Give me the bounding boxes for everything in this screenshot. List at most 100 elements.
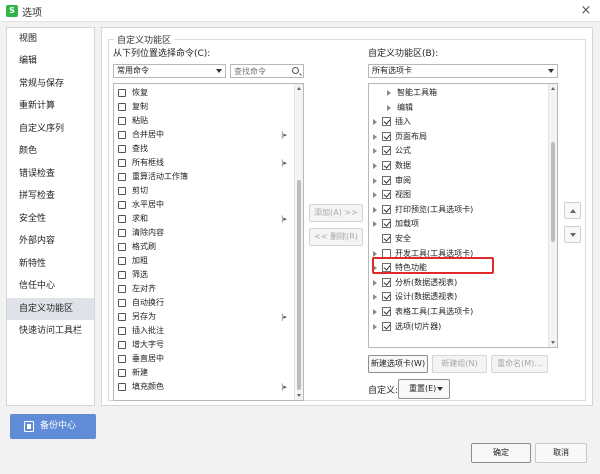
scroll-down-icon[interactable] [551,341,555,344]
command-list-item[interactable]: 复制 [116,100,292,114]
rename-button[interactable]: 重命名(M)... [491,355,548,373]
sidebar-item-quick-access-toolbar[interactable]: 快速访问工具栏 [7,320,94,342]
command-list-item[interactable]: 另存为 |▸ [116,310,292,324]
expand-arrow-icon[interactable] [373,294,377,301]
command-list-item[interactable]: 合并居中 |▸ [116,128,292,142]
search-icon[interactable] [292,67,299,74]
expand-arrow-icon[interactable] [373,323,377,330]
command-list-item[interactable]: 格式刷 [116,240,292,254]
command-list-item[interactable]: 增大字号 [116,338,292,352]
command-list-item[interactable]: 恢复 [116,86,292,100]
new-group-button[interactable]: 新建组(N) [432,355,487,373]
command-list-item[interactable]: 加粗 [116,254,292,268]
command-list-item[interactable]: 新建 [116,366,292,380]
expand-arrow-icon[interactable] [373,163,377,169]
commands-list[interactable]: 恢复 复制 粘贴 合并居中 |▸ 查找 所有框线 |▸ 重算活动工作簿 剪切 水平居中 求和 |▸ 清除内… [113,83,304,401]
remove-button[interactable]: << 删除(R) [309,228,363,246]
command-list-item[interactable]: 所有框线 |▸ [116,156,292,170]
ribbon-tab-item[interactable]: 打印预览(工具选项卡) [369,203,547,217]
expand-arrow-icon[interactable] [373,250,377,257]
tab-checkbox[interactable] [382,146,391,156]
scroll-thumb[interactable] [551,142,555,242]
ribbon-tab-item[interactable]: 表格工具(工具选项卡) [369,305,547,319]
command-source-select[interactable]: 常用命令 [113,64,226,78]
ribbon-tab-item[interactable]: 插入 [369,115,547,129]
expand-arrow-icon[interactable] [387,104,391,111]
sidebar-item-customize-ribbon[interactable]: 自定义功能区 [7,298,94,320]
command-list-item[interactable]: 查找 [116,142,292,156]
reset-button[interactable]: 重置(E) [398,379,450,399]
sidebar-item-external-content[interactable]: 外部内容 [7,230,94,252]
expand-arrow-icon[interactable] [373,177,377,184]
command-list-item[interactable]: 重算活动工作簿 [116,170,292,184]
ribbon-tab-item[interactable]: 安全 [369,232,547,246]
tab-checkbox[interactable] [382,175,391,185]
close-icon[interactable]: × [578,3,594,19]
scroll-up-icon[interactable] [297,87,301,90]
tab-checkbox[interactable] [382,292,391,302]
move-up-button[interactable] [564,202,581,219]
command-list-item[interactable]: 左对齐 [116,282,292,296]
command-list-item[interactable]: 自动换行 [116,296,292,310]
sidebar-item-spell-check[interactable]: 拼写检查 [7,185,94,207]
expand-arrow-icon[interactable] [373,119,377,126]
ribbon-tab-item[interactable]: 页面布局 [369,130,547,144]
tab-checkbox[interactable] [382,277,391,287]
command-list-item[interactable]: 求和 |▸ [116,212,292,226]
command-list-item[interactable]: 水平居中 [116,198,292,212]
expand-arrow-icon[interactable] [387,90,391,96]
command-search-input[interactable] [231,65,287,77]
expand-arrow-icon[interactable] [373,279,377,286]
sidebar-item-security[interactable]: 安全性 [7,208,94,230]
sidebar-item-error-check[interactable]: 错误检查 [7,163,94,185]
ribbon-tab-item[interactable]: 选项(切片器) [369,320,547,334]
command-list-item[interactable]: 筛选 [116,268,292,282]
sidebar-item-colors[interactable]: 颜色 [7,140,94,162]
scroll-down-icon[interactable] [297,394,301,397]
add-button[interactable]: 添加(A) >> [309,204,363,222]
tab-checkbox[interactable] [382,190,391,200]
sidebar-item-edit[interactable]: 编辑 [7,50,94,72]
tab-checkbox[interactable] [382,321,391,331]
sidebar-item-general-save[interactable]: 常规与保存 [7,73,94,95]
sidebar-item-recalculate[interactable]: 重新计算 [7,95,94,117]
sidebar-item-trust-center[interactable]: 信任中心 [7,275,94,297]
expand-arrow-icon[interactable] [373,206,377,213]
cancel-button[interactable]: 取消 [535,443,587,463]
command-list-item[interactable]: 填充颜色 |▸ [116,380,292,394]
command-list-item[interactable]: 粘贴 [116,114,292,128]
ribbon-tab-item[interactable]: 公式 [369,144,547,158]
ribbon-tree-scrollbar[interactable] [548,84,557,347]
commands-list-scrollbar[interactable] [294,84,303,400]
ribbon-tab-item[interactable]: 智能工具箱 [369,86,547,100]
ribbon-tab-item[interactable]: 设计(数据透视表) [369,290,547,304]
tab-checkbox[interactable] [382,307,391,316]
expand-arrow-icon[interactable] [373,133,377,140]
expand-arrow-icon[interactable] [373,148,377,155]
tab-checkbox[interactable] [382,117,391,127]
ribbon-tabs-select[interactable]: 所有选项卡 [368,64,558,78]
expand-arrow-icon[interactable] [373,221,377,228]
ribbon-tab-item[interactable]: 编辑 [369,101,547,115]
move-down-button[interactable] [564,226,581,243]
ribbon-tab-item[interactable]: 审阅 [369,174,547,188]
scroll-up-icon[interactable] [551,87,555,90]
command-list-item[interactable]: 剪切 [116,184,292,198]
command-list-item[interactable]: 清除内容 [116,226,292,240]
command-list-item[interactable]: 插入批注 [116,324,292,338]
sidebar-item-view[interactable]: 视图 [7,28,94,50]
command-list-item[interactable]: 垂直居中 [116,352,292,366]
ribbon-tabs-tree[interactable]: 智能工具箱 编辑 插入 页面布局 公式 数据 审阅 视图 打印预览(工具选项卡) 加载项 安全 开发工… [368,83,558,348]
sidebar-item-custom-lists[interactable]: 自定义序列 [7,118,94,140]
expand-arrow-icon[interactable] [373,192,377,199]
ribbon-tab-item[interactable]: 数据 [369,159,547,173]
expand-arrow-icon[interactable] [373,309,377,315]
tab-checkbox[interactable] [382,131,391,141]
new-tab-button[interactable]: 新建选项卡(W) [368,355,428,373]
ribbon-tab-item[interactable]: 分析(数据透视表) [369,276,547,290]
tab-checkbox[interactable] [382,219,391,229]
tab-checkbox[interactable] [382,204,391,214]
ok-button[interactable]: 确定 [471,443,531,463]
ribbon-tab-item[interactable]: 加载项 [369,217,547,231]
scroll-thumb[interactable] [297,180,301,390]
